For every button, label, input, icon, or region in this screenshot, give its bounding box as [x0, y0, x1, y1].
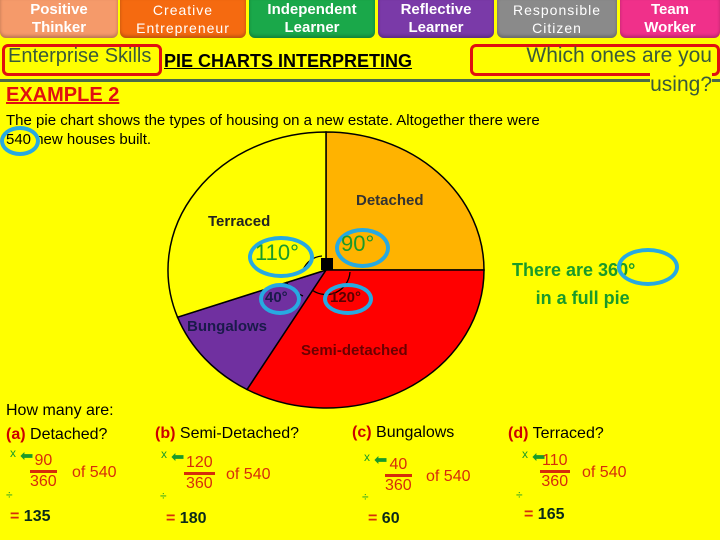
note-prefix: There are	[512, 260, 599, 280]
result-value: 135	[23, 508, 51, 525]
fraction-a: 90 360	[30, 452, 57, 491]
question-letter: (b)	[155, 425, 176, 442]
result-value: 180	[179, 510, 207, 527]
pie-label-semi-detached: Semi-detached	[301, 342, 408, 359]
divide-icon: ÷	[160, 489, 167, 503]
question-letter: (d)	[508, 425, 529, 442]
tab-positive-thinker[interactable]: Positive Thinker	[0, 0, 118, 38]
equals-sign: =	[368, 510, 378, 527]
of-total: of 540	[582, 464, 627, 481]
header-divider	[0, 79, 720, 82]
fraction-c: 40 360	[385, 456, 412, 495]
result-a: = 135	[10, 508, 51, 526]
equals-sign: =	[524, 506, 534, 523]
question-text: Semi-Detached?	[179, 425, 300, 442]
numerator: 110	[540, 452, 570, 473]
denominator: 360	[385, 477, 412, 494]
result-c: = 60	[368, 510, 400, 528]
fraction-d: 110 360	[540, 452, 570, 491]
result-value: 60	[381, 510, 400, 527]
tab-label: Creative	[152, 2, 214, 18]
divide-icon: ÷	[362, 490, 369, 504]
tab-reflective-learner[interactable]: Reflective Learner	[378, 0, 494, 38]
divide-icon: ÷	[516, 488, 523, 502]
divide-icon: ÷	[6, 488, 13, 502]
which-ones-text: Which ones are you	[526, 44, 712, 67]
angle-label-terraced: 110°	[255, 240, 299, 265]
of-total: of 540	[226, 466, 271, 483]
arrow-icon: ⬅	[171, 449, 185, 466]
result-value: 165	[537, 506, 565, 523]
intro-line-1: The pie chart shows the types of housing…	[6, 112, 540, 129]
tab-label: Reflective	[400, 1, 472, 18]
tab-label: Team	[650, 1, 690, 18]
angle-label-semi-detached: 120°	[330, 289, 362, 306]
question-text: Bungalows	[376, 424, 455, 441]
tab-responsible-citizen[interactable]: Responsible Citizen	[497, 0, 617, 38]
degrees-highlight-ring	[617, 248, 679, 286]
question-letter: (a)	[6, 426, 26, 443]
intro-rest: new houses built.	[31, 131, 152, 148]
numerator: 40	[385, 456, 412, 477]
numerator: 120	[184, 454, 215, 475]
denominator: 360	[541, 473, 569, 490]
tab-creative-entrepreneur[interactable]: Creative Entrepreneur	[120, 0, 246, 38]
denominator: 360	[186, 475, 213, 492]
tab-independent-learner[interactable]: Independent Learner	[249, 0, 375, 38]
pie-label-terraced: Terraced	[208, 213, 271, 230]
question-c: (c) Bungalows	[352, 424, 454, 442]
multiply-icon: x	[364, 450, 370, 464]
tab-label: Thinker	[31, 19, 87, 36]
page-title: PIE CHARTS INTERPRETING	[164, 51, 413, 71]
using-text: using?	[650, 73, 712, 97]
total-highlight-ring	[0, 126, 40, 156]
questions-heading: How many are:	[6, 402, 114, 419]
multiply-icon: x	[522, 447, 528, 461]
angle-label-detached: 90°	[341, 231, 375, 256]
numerator: 90	[30, 452, 57, 473]
tab-label: Learner	[284, 19, 340, 36]
tab-label: Entrepreneur	[136, 20, 230, 36]
note-line-2: in a full pie	[535, 288, 630, 308]
angle-label-bungalows: 40°	[265, 289, 288, 306]
denominator: 360	[30, 473, 57, 490]
example-label: EXAMPLE 2	[6, 84, 120, 106]
tab-label: Learner	[408, 19, 464, 36]
question-b: (b) Semi-Detached?	[155, 425, 299, 443]
right-angle-marker	[321, 258, 333, 270]
question-a: (a) Detached?	[6, 426, 107, 444]
enterprise-skills-label: Enterprise Skills	[8, 45, 152, 67]
tab-label: Responsible	[512, 2, 602, 18]
tab-label: Worker	[644, 19, 696, 36]
tab-team-worker[interactable]: Team Worker	[620, 0, 720, 38]
tab-label: Citizen	[532, 20, 582, 36]
result-b: = 180	[166, 510, 207, 528]
question-text: Terraced?	[532, 425, 604, 442]
question-text: Detached?	[30, 426, 108, 443]
equals-sign: =	[10, 508, 20, 525]
question-letter: (c)	[352, 424, 372, 441]
pie-label-detached: Detached	[356, 192, 424, 209]
multiply-icon: x	[10, 446, 16, 460]
question-d: (d) Terraced?	[508, 425, 604, 443]
multiply-icon: x	[161, 447, 167, 461]
tab-label: Positive	[30, 1, 88, 18]
pie-label-bungalows: Bungalows	[187, 318, 268, 335]
result-d: = 165	[524, 506, 565, 524]
of-total: of 540	[72, 464, 117, 481]
tab-label: Independent	[267, 1, 357, 18]
fraction-b: 120 360	[184, 454, 215, 493]
of-total: of 540	[426, 468, 471, 485]
equals-sign: =	[166, 510, 176, 527]
